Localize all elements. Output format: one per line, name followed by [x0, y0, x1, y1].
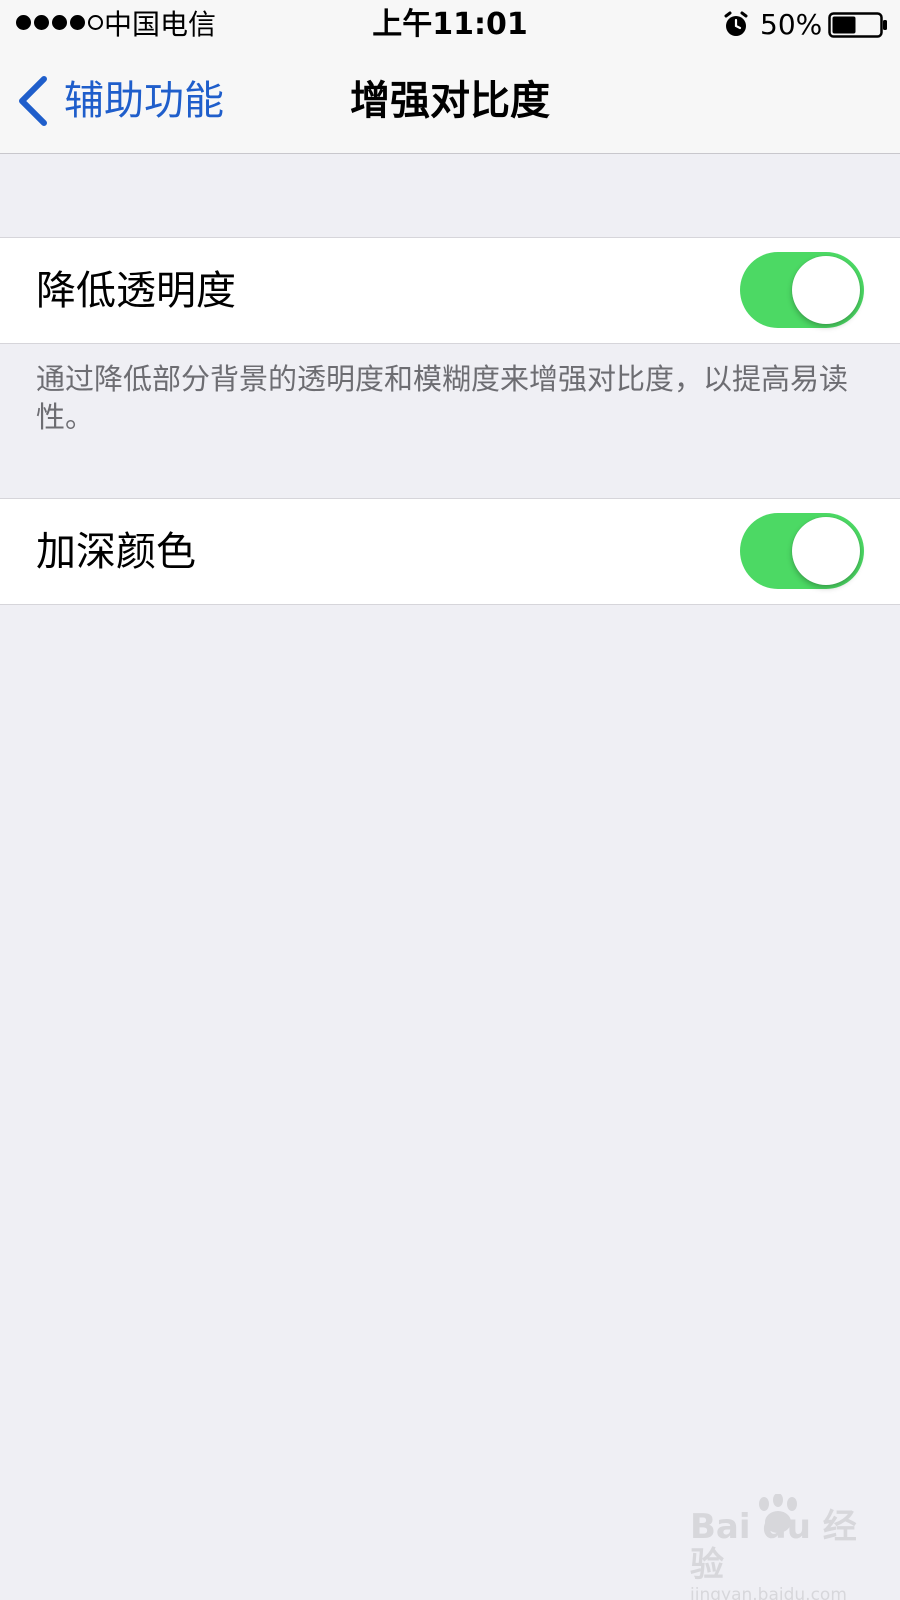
page-title: 增强对比度 — [350, 78, 550, 124]
baidu-paw-icon — [759, 1494, 797, 1533]
setting-label: 降低透明度 — [36, 268, 236, 314]
status-bar: 中国电信 上午11:01 50% — [0, 0, 900, 50]
watermark-url: jingyan.baidu.com — [690, 1585, 847, 1600]
darken-colors-toggle[interactable] — [740, 513, 864, 589]
toggle-knob — [792, 256, 860, 324]
setting-row-darken-colors: 加深颜色 — [0, 498, 900, 605]
setting-row-reduce-transparency: 降低透明度 — [0, 237, 900, 344]
reduce-transparency-toggle[interactable] — [740, 252, 864, 328]
alarm-clock-icon — [724, 11, 748, 36]
setting-description: 通过降低部分背景的透明度和模糊度来增强对比度，以提高易读性。 — [36, 362, 849, 434]
toggle-knob — [792, 517, 860, 585]
navigation-bar: 辅助功能 增强对比度 — [0, 50, 900, 154]
battery-fill — [832, 16, 856, 34]
setting-label: 加深颜色 — [36, 529, 196, 575]
watermark: Bai du 经验 jingyan.baidu.com — [690, 1494, 880, 1600]
battery-percentage: 50% — [760, 8, 823, 41]
battery-icon — [828, 12, 887, 38]
screen: 中国电信 上午11:01 50% 辅助功能 增强对比度 降低透明度 通过降低部分… — [0, 0, 900, 1600]
